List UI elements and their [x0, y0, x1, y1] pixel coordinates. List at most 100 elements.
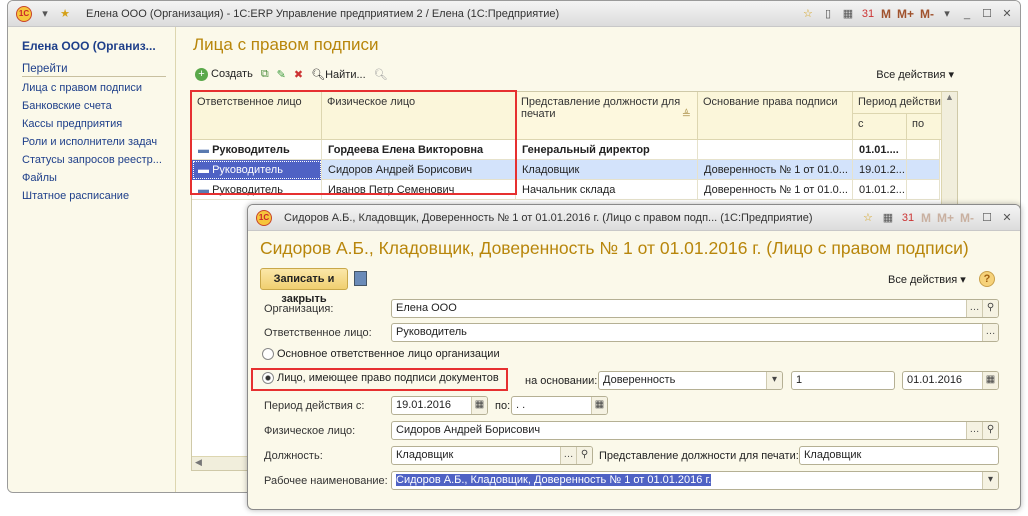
bookmark-icon[interactable]: ▯ [821, 7, 835, 21]
close-icon[interactable]: ✕ [1000, 211, 1014, 225]
all-actions-button[interactable]: Все действия ▾ [876, 68, 954, 81]
sidebar-item-cash[interactable]: Кассы предприятия [8, 115, 175, 133]
sidebar-item-roles[interactable]: Роли и исполнители задач [8, 133, 175, 151]
minimize-icon[interactable]: _ [960, 7, 974, 21]
search-icon[interactable]: ⚲ [982, 300, 998, 317]
responsible-label: Ответственное лицо: [264, 327, 372, 339]
work-name-field[interactable]: Сидоров А.Б., Кладовщик, Доверенность № … [391, 471, 999, 490]
1c-logo-icon: 1С [256, 209, 272, 226]
sidebar-item-staffing[interactable]: Штатное расписание [8, 187, 175, 205]
work-name-label: Рабочее наименование: [264, 475, 388, 487]
select-ellipsis-icon[interactable]: … [560, 447, 576, 464]
copy-icon[interactable]: ⧉ [261, 68, 269, 81]
add-favorite-icon[interactable]: ☆ [861, 211, 875, 225]
print-position-field[interactable]: Кладовщик [799, 446, 999, 465]
chevron-down-icon[interactable]: ▾ [982, 472, 998, 489]
page-title: Лица с правом подписи [193, 35, 379, 54]
table-highlight-frame [190, 90, 517, 195]
sidebar-item-statuses[interactable]: Статусы запросов реестр... [8, 151, 175, 169]
main-title-bar: 1С ▾ ★ Елена ООО (Организация) - 1С:ERP … [8, 1, 1020, 27]
save-icon[interactable] [354, 271, 367, 286]
cancel-search-icon[interactable]: 🔍︎ [374, 68, 388, 81]
select-ellipsis-icon[interactable]: … [982, 324, 998, 341]
save-and-close-button[interactable]: Записать и закрыть [260, 268, 348, 305]
search-icon[interactable]: ⚲ [576, 447, 592, 464]
column-header-period[interactable]: Период действия [853, 92, 943, 114]
search-icon: 🔍︎ [311, 68, 326, 81]
cell-from: 19.01.2... [853, 160, 907, 180]
cell-print-position: Генеральный директор [516, 140, 698, 160]
edit-icon[interactable]: ✎ [277, 68, 286, 81]
cell-from: 01.01.... [853, 140, 907, 160]
chevron-down-icon[interactable]: ▾ [766, 372, 782, 389]
org-field[interactable]: Елена ООО… ⚲ [391, 299, 999, 318]
dialog-window: 1С Сидоров А.Б., Кладовщик, Доверенность… [247, 204, 1021, 510]
sidebar: Елена ООО (Организ... Перейти Лица с пра… [8, 27, 176, 492]
calculator-icon[interactable]: ▦ [841, 7, 855, 21]
memory-plus-button[interactable]: M+ [897, 7, 914, 21]
basis-number-field[interactable]: 1 [791, 371, 895, 390]
dialog-all-actions-label: Все действия [888, 274, 958, 286]
dialog-title-bar: 1С Сидоров А.Б., Кладовщик, Доверенность… [248, 205, 1020, 231]
period-to-field[interactable]: . . ▦ [511, 396, 608, 415]
person-field[interactable]: Сидоров Андрей Борисович… ⚲ [391, 421, 999, 440]
delete-icon[interactable]: ✖ [294, 68, 303, 81]
cell-basis: Доверенность № 1 от 01.0... [698, 160, 853, 180]
basis-label: на основании: [525, 375, 598, 387]
sidebar-item-bank-accounts[interactable]: Банковские счета [8, 97, 175, 115]
search-icon[interactable]: ⚲ [982, 422, 998, 439]
calendar-icon[interactable]: ▦ [471, 397, 487, 414]
memory-minus-button[interactable]: M- [960, 211, 974, 225]
maximize-icon[interactable]: ☐ [980, 7, 994, 21]
column-header-period-from[interactable]: с [853, 114, 907, 140]
cell-print-position: Кладовщик [516, 160, 698, 180]
basis-date-field[interactable]: 01.01.2016 ▦ [902, 371, 999, 390]
column-header-period-to[interactable]: по [907, 114, 943, 140]
1c-logo-icon: 1С [16, 5, 32, 22]
radio-highlight-frame [251, 368, 508, 391]
sort-icon: ≜ [681, 109, 691, 121]
sidebar-org[interactable]: Елена ООО (Организ... [22, 39, 156, 53]
calendar-icon[interactable]: 31 [901, 211, 915, 225]
memory-minus-button[interactable]: M- [920, 7, 934, 21]
maximize-icon[interactable]: ☐ [980, 211, 994, 225]
calendar-icon[interactable]: ▦ [982, 372, 998, 389]
calculator-icon[interactable]: ▦ [881, 211, 895, 225]
add-favorite-icon[interactable]: ☆ [801, 7, 815, 21]
menu-icon[interactable]: ▾ [38, 7, 52, 21]
help-button[interactable]: ? [979, 271, 995, 287]
calendar-icon[interactable]: ▦ [591, 397, 607, 414]
period-from-field[interactable]: 19.01.2016 ▦ [391, 396, 488, 415]
sidebar-item-files[interactable]: Файлы [8, 169, 175, 187]
close-icon[interactable]: ✕ [1000, 7, 1014, 21]
cell-basis [698, 140, 853, 160]
print-position-label: Представление должности для печати: [599, 450, 799, 462]
cell-to [907, 140, 940, 160]
column-header-basis[interactable]: Основание права подписи [698, 92, 853, 140]
favorites-star-icon[interactable]: ★ [58, 7, 72, 21]
all-actions-label: Все действия [876, 69, 946, 81]
select-ellipsis-icon[interactable]: … [966, 422, 982, 439]
dropdown-icon[interactable]: ▾ [940, 7, 954, 21]
find-button[interactable]: 🔍︎Найти... [311, 68, 366, 81]
column-header-print-position[interactable]: Представление должности для печати ≜ [516, 92, 698, 140]
position-field[interactable]: Кладовщик… ⚲ [391, 446, 593, 465]
position-label: Должность: [264, 450, 323, 462]
dialog-all-actions-button[interactable]: Все действия ▾ [888, 273, 966, 286]
create-button[interactable]: + Создать [195, 67, 253, 81]
memory-m-button[interactable]: M [881, 7, 891, 21]
person-label: Физическое лицо: [264, 425, 356, 437]
responsible-field[interactable]: Руководитель… [391, 323, 999, 342]
sidebar-item-signers[interactable]: Лица с правом подписи [8, 79, 175, 97]
cell-to [907, 160, 940, 180]
memory-plus-button[interactable]: M+ [937, 211, 954, 225]
cell-to [907, 180, 940, 200]
select-ellipsis-icon[interactable]: … [966, 300, 982, 317]
calendar-icon[interactable]: 31 [861, 7, 875, 21]
memory-m-button[interactable]: M [921, 211, 931, 225]
org-label: Организация: [264, 303, 334, 315]
basis-select[interactable]: Доверенность ▾ [598, 371, 783, 390]
main-window-title: Елена ООО (Организация) - 1С:ERP Управле… [86, 7, 560, 20]
radio-main-responsible[interactable]: Основное ответственное лицо организации [262, 348, 500, 360]
period-from-label: Период действия с: [264, 400, 365, 412]
